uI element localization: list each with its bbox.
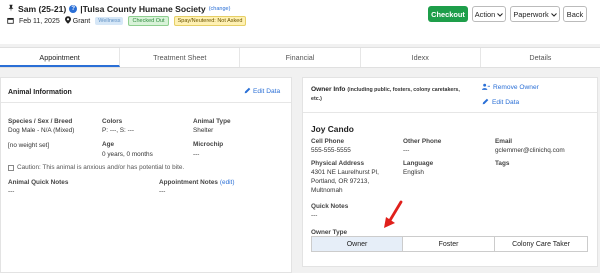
address-line-3: Multnomah xyxy=(311,187,343,194)
wellness-badge: Wellness xyxy=(95,17,124,25)
colors-value: P: ---, S: --- xyxy=(102,127,134,134)
meta-row: Feb 11, 2025 Grant Wellness Checked Out … xyxy=(7,16,247,26)
age-value: 0 years, 0 months xyxy=(102,151,153,158)
appointment-date: Feb 11, 2025 xyxy=(19,17,60,25)
pin-icon xyxy=(7,4,15,14)
owner-info-subtitle-cont: etc.) xyxy=(311,96,322,102)
species-label: Species / Sex / Breed xyxy=(8,118,73,125)
paperwork-label: Paperwork xyxy=(513,9,549,19)
page-header: Sam (25-21) ? | Tulsa County Humane Soci… xyxy=(0,0,600,44)
language-value: English xyxy=(403,169,424,176)
change-org-link[interactable]: (change) xyxy=(209,6,231,12)
caution-checkbox[interactable] xyxy=(8,164,14,171)
owner-info-header: Owner Info (including public, fosters, c… xyxy=(311,86,460,93)
owner-type-owner[interactable]: Owner xyxy=(311,236,403,252)
divider xyxy=(303,112,597,113)
email-label: Email xyxy=(495,138,513,145)
location: Grant xyxy=(72,17,91,25)
address-label: Physical Address xyxy=(311,160,365,167)
address-line-1: 4301 NE Laurelhurst Pl, xyxy=(311,169,379,176)
animal-info-card: Animal Information Edit Data Species / S… xyxy=(0,77,292,273)
age-label: Age xyxy=(102,141,115,148)
owner-info-subtitle: (including public, fosters, colony caret… xyxy=(347,87,460,93)
tab-idexx[interactable]: Idexx xyxy=(361,48,481,67)
paperwork-dropdown[interactable]: Paperwork xyxy=(510,6,560,22)
action-dropdown[interactable]: Action xyxy=(472,6,506,22)
owner-type-label: Owner Type xyxy=(311,229,348,236)
info-icon[interactable]: ? xyxy=(69,5,78,13)
animal-type-value: Shelter xyxy=(193,127,214,134)
spay-status-badge: Spay/Neutered: Not Asked xyxy=(173,16,247,26)
microchip-value: --- xyxy=(193,151,200,158)
other-phone-label: Other Phone xyxy=(403,138,442,145)
appointment-notes-label: Appointment Notes xyxy=(159,179,218,186)
owner-type-colony-care-taker[interactable]: Colony Care Taker xyxy=(495,236,588,252)
animal-quick-notes-label: Animal Quick Notes xyxy=(8,179,69,186)
animal-edit-link[interactable]: Edit Data xyxy=(244,87,280,96)
calendar-icon xyxy=(7,17,14,26)
tab-financial[interactable]: Financial xyxy=(240,48,361,67)
appointment-notes-value: --- xyxy=(159,188,166,195)
remove-owner-link[interactable]: Remove Owner xyxy=(482,83,539,92)
owner-info-title: Owner Info xyxy=(311,86,346,93)
remove-owner-label: Remove Owner xyxy=(493,84,539,91)
owner-edit-label: Edit Data xyxy=(492,99,520,106)
quick-notes-label: Quick Notes xyxy=(311,203,349,210)
species-value: Dog Male - N/A (Mixed) xyxy=(8,127,75,134)
microchip-label: Microchip xyxy=(193,141,224,148)
back-button[interactable]: Back xyxy=(563,6,587,22)
appointment-notes-header: Appointment Notes (edit) xyxy=(159,179,234,186)
checkout-button[interactable]: Checkout xyxy=(428,6,468,22)
address-line-2: Portland, OR 97213, xyxy=(311,178,370,185)
action-label: Action xyxy=(474,9,496,19)
caution-text: Caution: This animal is anxious and/or h… xyxy=(17,164,185,171)
divider xyxy=(1,102,291,103)
checked-out-badge: Checked Out xyxy=(128,16,169,26)
colors-label: Colors xyxy=(102,118,123,125)
pencil-icon xyxy=(244,87,251,96)
owner-name: Joy Cando xyxy=(311,124,354,134)
page-title: Sam (25-21) ? | Tulsa County Humane Soci… xyxy=(7,4,230,14)
chevron-down-icon xyxy=(497,10,504,19)
tab-treatment-sheet[interactable]: Treatment Sheet xyxy=(120,48,241,67)
language-label: Language xyxy=(403,160,434,167)
weight-value: [no weight set] xyxy=(8,142,50,149)
chevron-down-icon xyxy=(550,10,557,19)
animal-edit-label: Edit Data xyxy=(253,88,281,95)
tab-appointment[interactable]: Appointment xyxy=(0,48,121,67)
email-value: gclemmer@clinichq.com xyxy=(495,147,565,154)
org-name: Tulsa County Humane Society xyxy=(82,4,206,14)
tags-label: Tags xyxy=(495,160,510,167)
remove-user-icon xyxy=(482,83,490,92)
other-phone-value: --- xyxy=(403,147,410,154)
animal-quick-notes-value: --- xyxy=(8,188,15,195)
animal-type-label: Animal Type xyxy=(193,118,231,125)
cell-phone-label: Cell Phone xyxy=(311,138,345,145)
owner-type-foster[interactable]: Foster xyxy=(403,236,495,252)
appointment-notes-edit-link[interactable]: (edit) xyxy=(220,179,235,186)
cell-phone-value: 555-555-5555 xyxy=(311,147,351,154)
annotation-arrow-icon xyxy=(382,200,404,232)
owner-edit-link[interactable]: Edit Data xyxy=(482,98,519,107)
tab-details[interactable]: Details xyxy=(481,48,600,67)
tab-bar: Appointment Treatment Sheet Financial Id… xyxy=(0,47,600,68)
animal-info-title: Animal Information xyxy=(8,89,72,96)
quick-notes-value: --- xyxy=(311,212,318,219)
animal-name: Sam (25-21) xyxy=(18,4,67,14)
pencil-icon xyxy=(482,98,489,107)
location-pin-icon xyxy=(64,16,71,26)
caution-row: Caution: This animal is anxious and/or h… xyxy=(8,164,184,171)
